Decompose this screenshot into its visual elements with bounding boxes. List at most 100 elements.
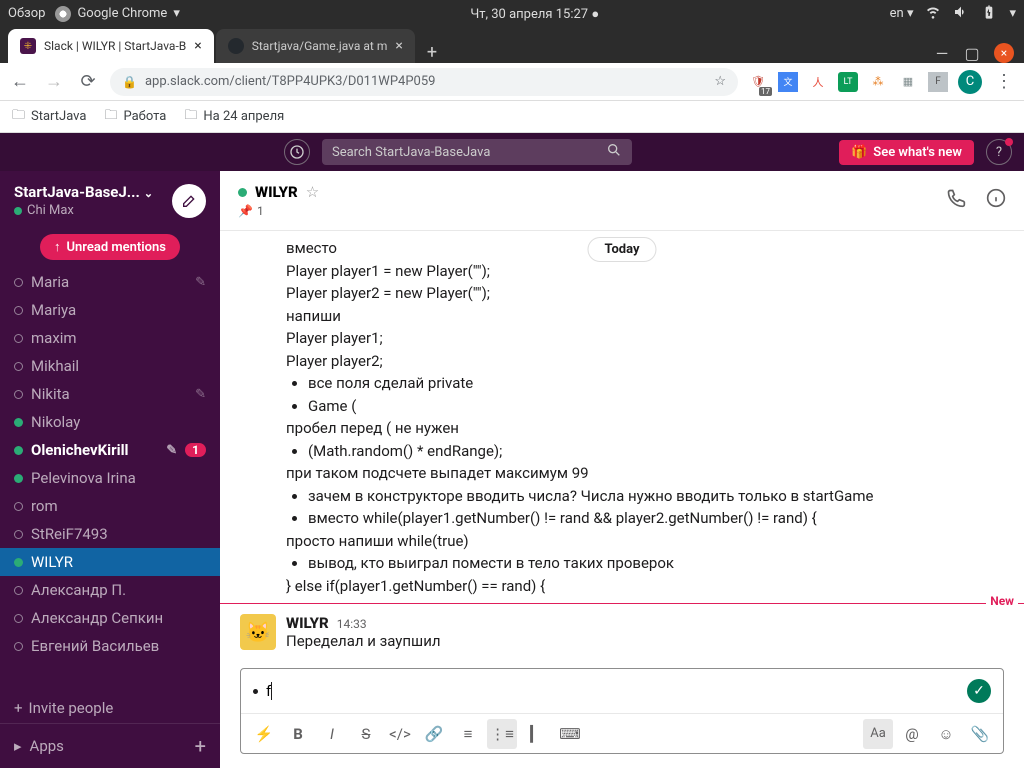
menu-button[interactable]: ⋮ [992,71,1016,92]
search-input[interactable]: Search StartJava-BaseJava [322,139,632,165]
ol-button[interactable]: ≡ [453,719,483,749]
url-input[interactable]: 🔒 app.slack.com/client/T8PP4UPK3/D011WP4… [110,68,738,96]
compose-button[interactable] [172,184,206,218]
presence-dot [14,362,23,371]
sidebar-dm-item[interactable]: Mikhail [0,352,220,380]
unread-mentions-pill[interactable]: ↑ Unread mentions [40,234,180,260]
whats-new-button[interactable]: 🎁 See what's new [839,140,974,165]
sidebar-dm-item[interactable]: Mariya [0,296,220,324]
code-button[interactable]: </> [385,719,415,749]
attach-button[interactable]: 📎 [965,719,995,749]
sidebar-dm-item[interactable]: WILYR [0,548,220,576]
pinned-count[interactable]: 📌 1 [238,204,319,218]
send-button[interactable]: ✓ [967,679,991,703]
workspace-switcher[interactable]: StartJava-BaseJ...⌄ Chi Max [0,171,220,230]
info-button[interactable] [986,188,1006,213]
chevron-down-icon: ⌄ [144,187,153,200]
quote-button[interactable]: ▎ [521,719,551,749]
ext-icon-5[interactable]: ⁂ [868,72,888,92]
call-button[interactable] [946,188,966,213]
message-input[interactable]: f ✓ [241,669,1003,713]
back-button[interactable]: ← [8,71,32,92]
sidebar-dm-item[interactable]: Maria✎ [0,268,220,296]
composer: f ✓ ⚡ B I S </> 🔗 ≡ ⋮≡ ▎ ⌨ Aa @ [220,668,1024,768]
codeblock-button[interactable]: ⌨ [555,719,585,749]
new-tab-button[interactable]: + [417,42,447,63]
os-topbar: Обзор Google Chrome ▾ Чт, 30 апреля 15:2… [0,0,1024,27]
bold-button[interactable]: B [283,719,313,749]
presence-dot [14,642,23,651]
ext-icon-6[interactable]: ▦ [898,72,918,92]
minimize-button[interactable]: — [934,45,950,61]
format-toggle[interactable]: Aa [863,719,893,749]
bookmark-folder[interactable]: 🗀На 24 апреля [184,106,284,128]
github-favicon [228,38,244,54]
ul-button[interactable]: ⋮≡ [487,719,517,749]
ext-translate-icon[interactable]: 文 [778,72,798,92]
ext-adblock-icon[interactable]: 🛡17 [748,72,768,92]
battery-icon [981,4,997,24]
apps-section[interactable]: ▸ Apps [14,737,64,755]
tab-strip: ⁜ Slack | WILYR | StartJava-B × Startjav… [0,27,1024,63]
date-divider[interactable]: Today [587,237,656,262]
history-button[interactable] [284,139,310,165]
lang-indicator[interactable]: en ▾ [890,6,914,21]
link-button[interactable]: 🔗 [419,719,449,749]
unread-badge: 1 [185,443,206,457]
add-app-button[interactable]: + [195,734,206,758]
sidebar-dm-item[interactable]: Евгений Васильев [0,632,220,660]
presence-dot [14,586,23,595]
main-pane: WILYR ☆ 📌 1 Today вместоPlayer player1 = [220,171,1024,768]
extensions: 🛡17 文 人 LT ⁂ ▦ F С ⋮ [748,70,1016,94]
power-menu[interactable]: ▾ [1009,6,1016,21]
app-menu[interactable]: Google Chrome ▾ [55,6,179,22]
presence-dot [238,188,247,197]
strike-button[interactable]: S [351,719,381,749]
invite-people[interactable]: + Invite people [0,693,220,723]
edit-icon[interactable]: ✎ [195,387,206,402]
sidebar-dm-item[interactable]: Александр Сепкин [0,604,220,632]
sidebar-dm-item[interactable]: maxim [0,324,220,352]
lightning-icon[interactable]: ⚡ [249,719,279,749]
sidebar-dm-item[interactable]: Nikita✎ [0,380,220,408]
help-button[interactable]: ? [986,139,1012,165]
sidebar-dm-item[interactable]: rom [0,492,220,520]
tab-slack[interactable]: ⁜ Slack | WILYR | StartJava-B × [8,29,214,63]
close-icon[interactable]: × [395,38,402,54]
close-icon[interactable]: × [194,38,201,54]
activities[interactable]: Обзор [8,6,45,21]
bookmark-folder[interactable]: 🗀Работа [104,106,166,128]
edit-icon[interactable]: ✎ [166,443,177,458]
clock[interactable]: Чт, 30 апреля 15:27 [470,7,588,22]
mention-button[interactable]: @ [897,719,927,749]
volume-icon [953,4,969,24]
bullet-icon [253,689,258,694]
sidebar-dm-item[interactable]: Nikolay [0,408,220,436]
presence-dot [14,474,23,483]
star-icon[interactable]: ☆ [306,183,319,201]
message-author[interactable]: WILYR [286,614,329,632]
ext-icon-7[interactable]: F [928,72,948,92]
emoji-button[interactable]: ☺ [931,719,961,749]
ext-icon-4[interactable]: LT [838,72,858,92]
channel-title[interactable]: WILYR ☆ [238,183,319,201]
sidebar-dm-item[interactable]: Александр П. [0,576,220,604]
avatar[interactable]: 🐱 [240,614,276,650]
sidebar-dm-item[interactable]: Pelevinova Irina [0,464,220,492]
tab-github[interactable]: Startjava/Game.java at m × [216,29,415,63]
window-close-button[interactable]: × [994,43,1014,63]
bookmark-folder[interactable]: 🗀StartJava [12,106,86,128]
sidebar-dm-item[interactable]: OlenichevKirill✎1 [0,436,220,464]
presence-dot [14,418,23,427]
search-icon [606,142,622,162]
plus-icon: + [14,699,23,717]
bookmark-star-icon[interactable]: ☆ [714,74,726,89]
reload-button[interactable]: ⟳ [76,71,100,92]
ext-icon-3[interactable]: 人 [808,72,828,92]
maximize-button[interactable]: ▢ [964,45,980,61]
italic-button[interactable]: I [317,719,347,749]
message-list[interactable]: Today вместоPlayer player1 = new Player(… [220,231,1024,668]
edit-icon[interactable]: ✎ [195,275,206,290]
profile-avatar[interactable]: С [958,70,982,94]
sidebar-dm-item[interactable]: StReiF7493 [0,520,220,548]
